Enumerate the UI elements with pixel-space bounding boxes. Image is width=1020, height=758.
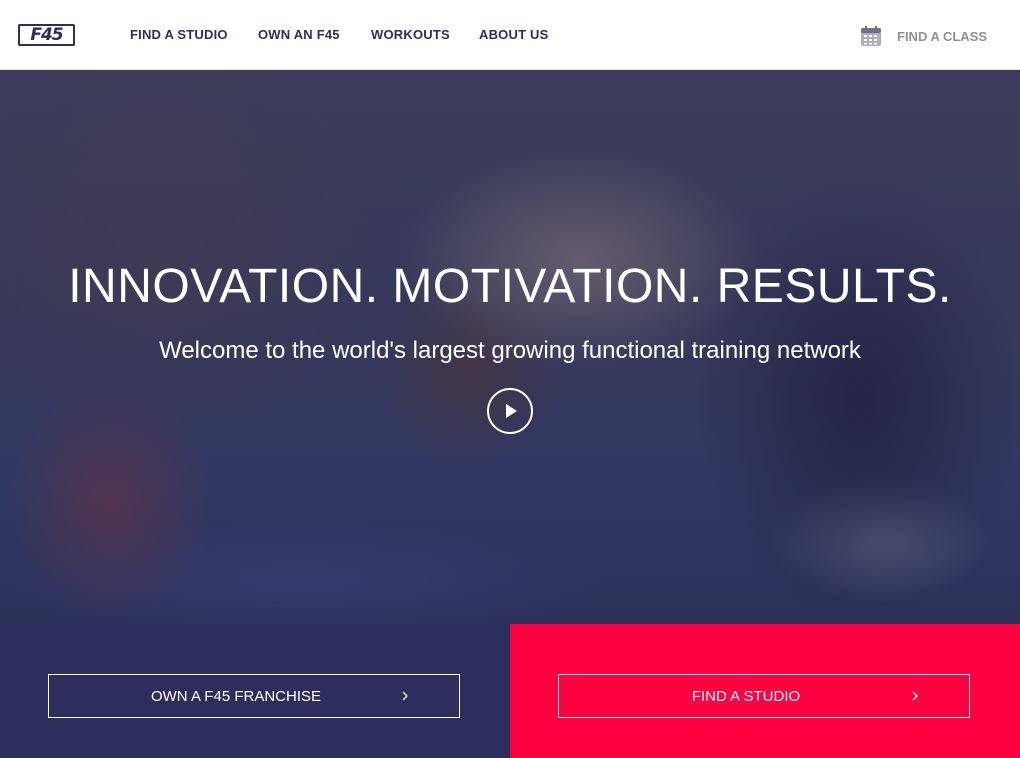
play-video-button[interactable]	[487, 388, 533, 434]
nav-link-find-a-studio[interactable]: FIND A STUDIO	[130, 27, 228, 45]
chevron-right-icon	[912, 691, 918, 701]
find-a-class-link[interactable]: FIND A CLASS	[860, 24, 987, 48]
franchise-cta-panel: OWN A F45 FRANCHISE	[0, 624, 510, 758]
nav-link-own-an-f45[interactable]: OWN AN F45	[258, 27, 340, 45]
own-franchise-button[interactable]: OWN A F45 FRANCHISE	[48, 674, 460, 718]
find-studio-button[interactable]: FIND A STUDIO	[558, 674, 970, 718]
find-studio-label: FIND A STUDIO	[691, 687, 801, 705]
hero-banner: INNOVATION. MOTIVATION. RESULTS. Welcome…	[0, 70, 1020, 624]
own-franchise-label: OWN A F45 FRANCHISE	[150, 687, 322, 705]
calendar-icon	[861, 26, 881, 46]
f45-logo[interactable]: F45	[18, 24, 75, 46]
top-navbar: F45 FIND A STUDIO OWN AN F45 WORKOUTS AB…	[0, 0, 1020, 70]
studio-cta-panel: FIND A STUDIO	[510, 624, 1020, 758]
hero-subtitle: Welcome to the world's largest growing f…	[159, 337, 861, 364]
hero-title: INNOVATION. MOTIVATION. RESULTS.	[68, 260, 952, 313]
find-a-class-label: FIND A CLASS	[897, 28, 988, 44]
nav-link-workouts[interactable]: WORKOUTS	[371, 27, 450, 45]
play-icon	[506, 404, 517, 418]
nav-link-about-us[interactable]: ABOUT US	[479, 27, 549, 45]
chevron-right-icon	[402, 691, 408, 701]
